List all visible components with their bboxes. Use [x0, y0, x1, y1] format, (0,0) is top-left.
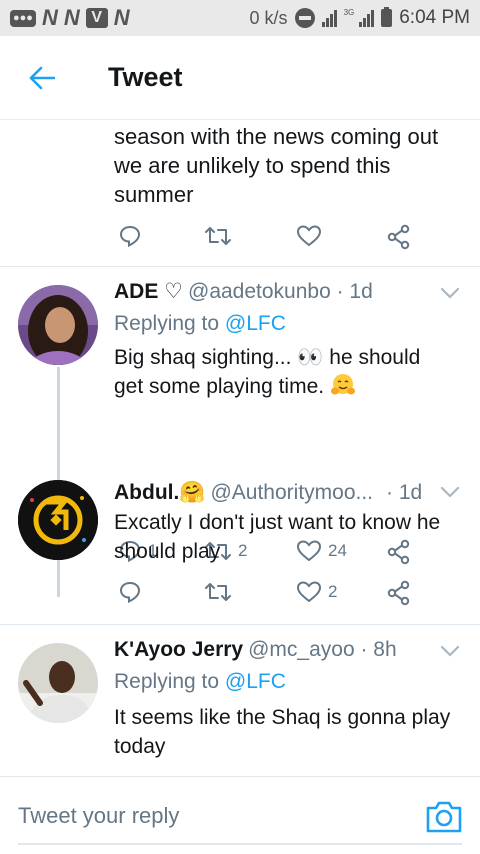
notification-n-icon: N — [113, 5, 130, 30]
user-photo-icon — [18, 643, 98, 723]
user-name[interactable]: K'Ayoo Jerry — [114, 637, 243, 663]
notification-n-icon: N — [63, 5, 80, 30]
tweet-feed[interactable]: season with the news coming out we are u… — [0, 120, 480, 776]
tweet-body: season with the news coming out we are u… — [114, 124, 439, 207]
reply-input[interactable] — [18, 799, 418, 833]
share-button[interactable] — [386, 224, 412, 250]
like-button[interactable] — [296, 224, 322, 248]
camera-button[interactable] — [424, 799, 464, 835]
user-photo-icon — [18, 285, 98, 365]
reply-button[interactable] — [118, 580, 148, 604]
input-underline — [18, 843, 462, 845]
heart-icon — [296, 581, 322, 603]
network-type: 3G — [343, 7, 355, 17]
tweet-time: · 1d — [386, 481, 423, 504]
cell-signal-icon — [359, 9, 375, 27]
reply-button[interactable] — [118, 224, 142, 248]
share-icon — [387, 580, 410, 606]
user-logo-icon — [18, 480, 98, 560]
replying-to: Replying to @LFC — [114, 312, 286, 335]
net-speed: 0 k/s — [249, 7, 288, 28]
user-handle[interactable]: @mc_ayoo · 8h — [248, 637, 397, 663]
comment-icon — [119, 581, 141, 604]
mention-link[interactable]: @LFC — [225, 670, 286, 693]
user-name[interactable]: Abdul.🤗 — [114, 480, 205, 506]
battery-icon — [381, 7, 393, 27]
arrow-left-icon — [29, 66, 55, 89]
avatar[interactable] — [18, 285, 98, 365]
user-name[interactable]: ADE ♡ — [114, 279, 183, 305]
reply-tweet-actions: 2 — [0, 570, 480, 610]
comment-icon — [119, 225, 141, 248]
tweet-body: Big shaq sighting... 👀 he should get som… — [114, 346, 421, 398]
user-handle[interactable]: @Authoritymoo... — [210, 480, 373, 506]
chevron-down-icon[interactable] — [440, 645, 460, 657]
share-icon — [387, 224, 410, 250]
app-bar: Tweet — [0, 36, 480, 120]
share-button[interactable] — [386, 580, 412, 606]
wifi-signal-icon — [321, 9, 337, 27]
retweet-button[interactable] — [204, 224, 232, 248]
hugging-face-emoji-icon — [330, 374, 355, 395]
like-count: 2 — [328, 582, 338, 601]
avatar[interactable] — [18, 643, 98, 723]
retweet-icon — [205, 227, 231, 245]
avatar[interactable] — [18, 480, 98, 560]
heart-icon — [296, 225, 322, 247]
back-button[interactable] — [0, 36, 84, 120]
chevron-down-icon[interactable] — [440, 486, 460, 498]
clock: 6:04 PM — [399, 7, 470, 28]
main-tweet: season with the news coming out we are u… — [0, 120, 480, 266]
like-button[interactable]: 2 — [296, 580, 337, 604]
notification-v-icon: V — [85, 8, 108, 28]
tweet-body: It seems like the Shaq is gonna play tod… — [114, 706, 451, 758]
reply-tweet[interactable]: K'Ayoo Jerry @mc_ayoo · 8h Replying to @… — [0, 625, 480, 776]
camera-icon — [426, 801, 462, 833]
tweet-body: Excatly I don't just want to know he sho… — [114, 511, 441, 563]
chat-notification-icon: ●●● — [10, 9, 36, 27]
status-bar: ●●● N N V N 0 k/s 3G 6:04 PM — [0, 0, 480, 36]
retweet-icon — [205, 583, 231, 601]
retweet-button[interactable] — [204, 580, 238, 604]
user-handle[interactable]: @aadetokunbo · 1d — [188, 279, 373, 305]
notification-n-icon: N — [41, 5, 58, 30]
replying-to: Replying to @LFC — [114, 670, 286, 693]
do-not-disturb-icon — [294, 8, 315, 28]
page-title: Tweet — [108, 62, 183, 92]
chevron-down-icon[interactable] — [440, 287, 460, 299]
reply-composer — [0, 776, 480, 854]
mention-link[interactable]: @LFC — [225, 312, 286, 335]
